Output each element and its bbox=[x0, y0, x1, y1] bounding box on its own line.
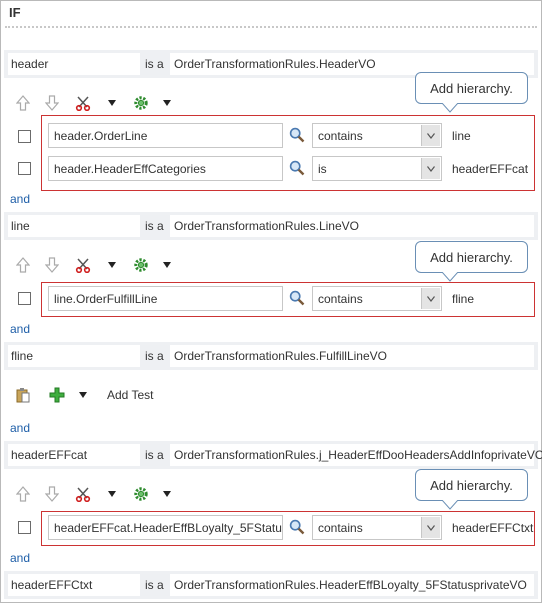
clipboard-icon[interactable] bbox=[13, 385, 33, 405]
binding-type-field[interactable]: OrderTransformationRules.HeaderEffBLoyal… bbox=[170, 574, 534, 596]
arrow-up-icon[interactable] bbox=[13, 484, 33, 504]
is-a-label: is a bbox=[145, 448, 164, 462]
condition-checkbox[interactable] bbox=[18, 292, 31, 305]
scissors-icon[interactable] bbox=[73, 255, 93, 275]
value-field[interactable]: fline bbox=[447, 286, 534, 311]
condition-checkbox[interactable] bbox=[18, 162, 31, 175]
is-a-label: is a bbox=[145, 219, 164, 233]
scissors-icon[interactable] bbox=[73, 93, 93, 113]
arrow-down-icon[interactable] bbox=[42, 93, 62, 113]
callout-tail bbox=[442, 500, 458, 510]
arrow-up-icon[interactable] bbox=[13, 93, 33, 113]
and-link[interactable]: and bbox=[10, 421, 30, 435]
operator-select[interactable]: contains bbox=[312, 515, 442, 540]
attribute-field[interactable]: header.HeaderEffCategories bbox=[48, 156, 283, 181]
options-menu-caret[interactable] bbox=[162, 484, 172, 504]
add-menu-caret[interactable] bbox=[78, 385, 88, 405]
search-icon[interactable] bbox=[286, 124, 308, 146]
binding-row-headereffcat: headerEFFcat is a OrderTransformationRul… bbox=[4, 441, 542, 469]
binding-row-headereffctxt: headerEFFCtxt is a OrderTransformationRu… bbox=[4, 571, 538, 599]
and-link[interactable]: and bbox=[10, 322, 30, 336]
and-link[interactable]: and bbox=[10, 192, 30, 206]
attribute-field[interactable]: line.OrderFulfillLine bbox=[48, 286, 283, 311]
chevron-down-icon[interactable] bbox=[421, 158, 440, 179]
binding-type-field[interactable]: OrderTransformationRules.LineVO bbox=[170, 215, 534, 237]
operator-select[interactable]: is bbox=[312, 156, 442, 181]
cut-menu-caret[interactable] bbox=[107, 484, 117, 504]
attribute-field[interactable]: header.OrderLine bbox=[48, 123, 283, 148]
is-a-label: is a bbox=[145, 578, 164, 592]
gear-icon[interactable] bbox=[131, 484, 151, 504]
scissors-icon[interactable] bbox=[73, 484, 93, 504]
gear-icon[interactable] bbox=[131, 93, 151, 113]
chevron-down-icon[interactable] bbox=[421, 517, 440, 538]
rule-if-panel: IF header is a OrderTransformationRules.… bbox=[0, 0, 542, 603]
arrow-up-icon[interactable] bbox=[13, 255, 33, 275]
arrow-down-icon[interactable] bbox=[42, 255, 62, 275]
attribute-field[interactable]: headerEFFcat.HeaderEffBLoyalty_5FStatus bbox=[48, 515, 283, 540]
binding-type-field[interactable]: OrderTransformationRules.FulfillLineVO bbox=[170, 345, 534, 367]
callout-add-hierarchy: Add hierarchy. bbox=[415, 72, 528, 104]
operator-value: contains bbox=[318, 129, 363, 143]
binding-variable-field[interactable]: headerEFFCtxt bbox=[8, 574, 140, 596]
arrow-down-icon[interactable] bbox=[42, 484, 62, 504]
and-link[interactable]: and bbox=[10, 551, 30, 565]
add-test-button[interactable]: Add Test bbox=[107, 388, 153, 402]
condition-toolbar bbox=[9, 484, 184, 506]
is-a-label: is a bbox=[145, 349, 164, 363]
binding-variable-field[interactable]: fline bbox=[8, 345, 140, 367]
chevron-down-icon[interactable] bbox=[421, 125, 440, 146]
value-field[interactable]: headerEFFCtxt bbox=[447, 515, 534, 540]
operator-select[interactable]: contains bbox=[312, 286, 442, 311]
callout-add-hierarchy: Add hierarchy. bbox=[415, 241, 528, 273]
search-icon[interactable] bbox=[286, 516, 308, 538]
condition-checkbox[interactable] bbox=[18, 521, 31, 534]
operator-value: contains bbox=[318, 292, 363, 306]
cut-menu-caret[interactable] bbox=[107, 93, 117, 113]
search-icon[interactable] bbox=[286, 287, 308, 309]
condition-checkbox[interactable] bbox=[18, 130, 31, 143]
options-menu-caret[interactable] bbox=[162, 255, 172, 275]
callout-tail bbox=[442, 103, 458, 113]
value-field[interactable]: line bbox=[447, 123, 534, 148]
if-heading: IF bbox=[9, 5, 21, 20]
chevron-down-icon[interactable] bbox=[421, 288, 440, 309]
callout-tail bbox=[442, 272, 458, 282]
operator-value: contains bbox=[318, 521, 363, 535]
operator-select[interactable]: contains bbox=[312, 123, 442, 148]
plus-icon[interactable] bbox=[47, 385, 67, 405]
add-test-toolbar: Add Test bbox=[9, 385, 209, 407]
binding-variable-field[interactable]: line bbox=[8, 215, 140, 237]
binding-row-fline: fline is a OrderTransformationRules.Fulf… bbox=[4, 342, 538, 370]
gear-icon[interactable] bbox=[131, 255, 151, 275]
binding-variable-field[interactable]: headerEFFcat bbox=[8, 444, 140, 466]
binding-row-line: line is a OrderTransformationRules.LineV… bbox=[4, 212, 538, 240]
options-menu-caret[interactable] bbox=[162, 93, 172, 113]
condition-toolbar bbox=[9, 93, 184, 115]
callout-add-hierarchy: Add hierarchy. bbox=[415, 469, 528, 501]
binding-type-field[interactable]: OrderTransformationRules.j_HeaderEffDooH… bbox=[170, 444, 542, 466]
dotted-separator bbox=[5, 26, 537, 28]
search-icon[interactable] bbox=[286, 157, 308, 179]
cut-menu-caret[interactable] bbox=[107, 255, 117, 275]
is-a-label: is a bbox=[145, 57, 164, 71]
binding-variable-field[interactable]: header bbox=[8, 53, 140, 75]
condition-toolbar bbox=[9, 255, 184, 277]
value-field[interactable]: headerEFFcat bbox=[447, 156, 534, 181]
operator-value: is bbox=[318, 162, 327, 176]
